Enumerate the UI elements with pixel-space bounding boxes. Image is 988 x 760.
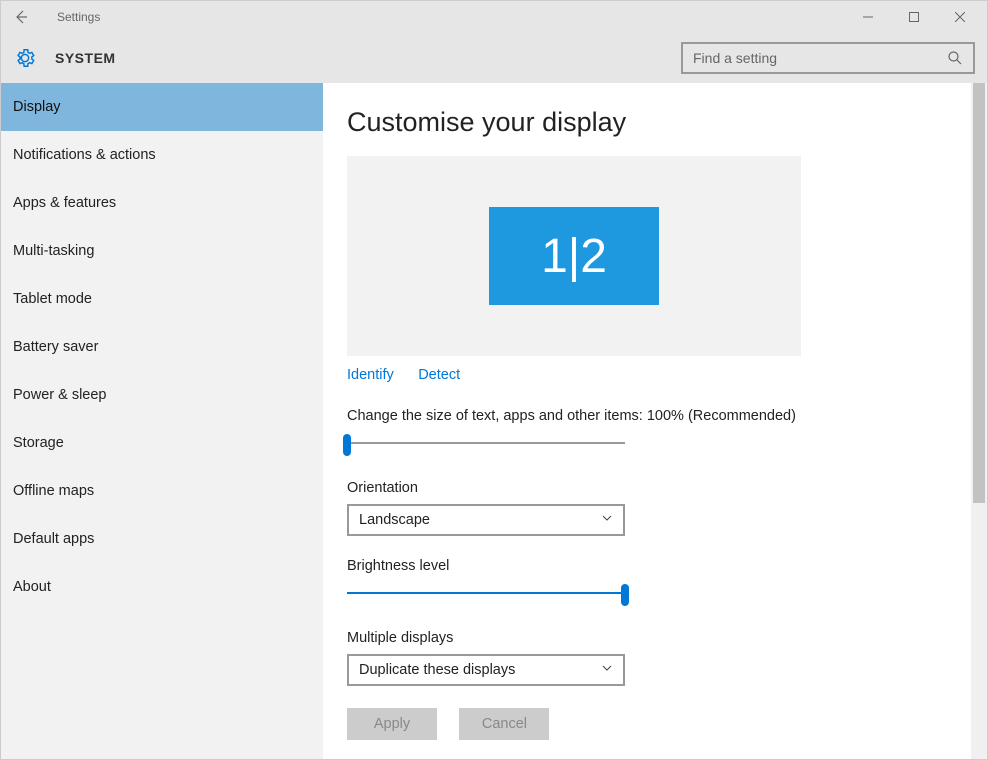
orientation-dropdown[interactable]: Landscape xyxy=(347,504,625,536)
arrow-left-icon xyxy=(13,9,29,25)
sidebar-item-battery[interactable]: Battery saver xyxy=(1,323,323,371)
sidebar-item-tablet[interactable]: Tablet mode xyxy=(1,275,323,323)
page-title: Customise your display xyxy=(347,107,987,138)
header-bar: SYSTEM xyxy=(1,33,987,83)
detect-link[interactable]: Detect xyxy=(418,367,460,383)
content-pane: Customise your display 1|2 Identify Dete… xyxy=(323,83,987,759)
sidebar-item-about[interactable]: About xyxy=(1,563,323,611)
apply-button[interactable]: Apply xyxy=(347,708,437,740)
minimize-icon xyxy=(863,12,873,22)
gear-icon xyxy=(13,46,37,70)
cancel-button[interactable]: Cancel xyxy=(459,708,549,740)
minimize-button[interactable] xyxy=(845,1,891,33)
sidebar-item-label: Tablet mode xyxy=(13,291,92,307)
dropdown-value: Landscape xyxy=(359,512,601,528)
brightness-slider[interactable] xyxy=(347,582,625,606)
display-preview[interactable]: 1|2 xyxy=(347,156,801,356)
slider-thumb[interactable] xyxy=(621,584,629,606)
sidebar-item-maps[interactable]: Offline maps xyxy=(1,467,323,515)
sidebar-item-default-apps[interactable]: Default apps xyxy=(1,515,323,563)
sidebar-item-multitasking[interactable]: Multi-tasking xyxy=(1,227,323,275)
sidebar-item-storage[interactable]: Storage xyxy=(1,419,323,467)
slider-fill xyxy=(347,592,625,594)
search-box[interactable] xyxy=(681,42,975,74)
brightness-label: Brightness level xyxy=(347,558,987,574)
sidebar-item-label: Multi-tasking xyxy=(13,243,94,259)
dropdown-value: Duplicate these displays xyxy=(359,662,601,678)
identify-link[interactable]: Identify xyxy=(347,367,394,383)
sidebar-item-label: About xyxy=(13,579,51,595)
sidebar-item-power[interactable]: Power & sleep xyxy=(1,371,323,419)
back-button[interactable] xyxy=(5,1,37,33)
maximize-button[interactable] xyxy=(891,1,937,33)
sidebar-item-label: Notifications & actions xyxy=(13,147,156,163)
close-icon xyxy=(955,12,965,22)
sidebar-item-display[interactable]: Display xyxy=(1,83,323,131)
sidebar-item-notifications[interactable]: Notifications & actions xyxy=(1,131,323,179)
scale-slider[interactable] xyxy=(347,432,625,456)
sidebar-item-label: Power & sleep xyxy=(13,387,107,403)
vertical-scrollbar[interactable] xyxy=(971,83,987,759)
sidebar-item-label: Offline maps xyxy=(13,483,94,499)
sidebar-item-label: Default apps xyxy=(13,531,94,547)
slider-thumb[interactable] xyxy=(343,434,351,456)
search-input[interactable] xyxy=(693,50,947,66)
chevron-down-icon xyxy=(601,662,613,678)
sidebar-item-label: Battery saver xyxy=(13,339,98,355)
orientation-label: Orientation xyxy=(347,480,987,496)
window-title: Settings xyxy=(57,10,100,24)
sidebar-item-label: Storage xyxy=(13,435,64,451)
monitor-tile[interactable]: 1|2 xyxy=(489,207,659,305)
sidebar-item-label: Display xyxy=(13,99,61,115)
sidebar-item-label: Apps & features xyxy=(13,195,116,211)
scrollbar-thumb[interactable] xyxy=(973,83,985,503)
title-bar: Settings xyxy=(1,1,987,33)
sidebar-nav: Display Notifications & actions Apps & f… xyxy=(1,83,323,759)
multiple-displays-dropdown[interactable]: Duplicate these displays xyxy=(347,654,625,686)
chevron-down-icon xyxy=(601,512,613,528)
maximize-icon xyxy=(909,12,919,22)
slider-track xyxy=(347,442,625,444)
multiple-displays-label: Multiple displays xyxy=(347,630,987,646)
scale-label: Change the size of text, apps and other … xyxy=(347,408,987,424)
monitor-label: 1|2 xyxy=(541,229,607,284)
search-icon xyxy=(947,50,963,66)
close-button[interactable] xyxy=(937,1,983,33)
sidebar-item-apps[interactable]: Apps & features xyxy=(1,179,323,227)
page-category-title: SYSTEM xyxy=(55,50,116,66)
